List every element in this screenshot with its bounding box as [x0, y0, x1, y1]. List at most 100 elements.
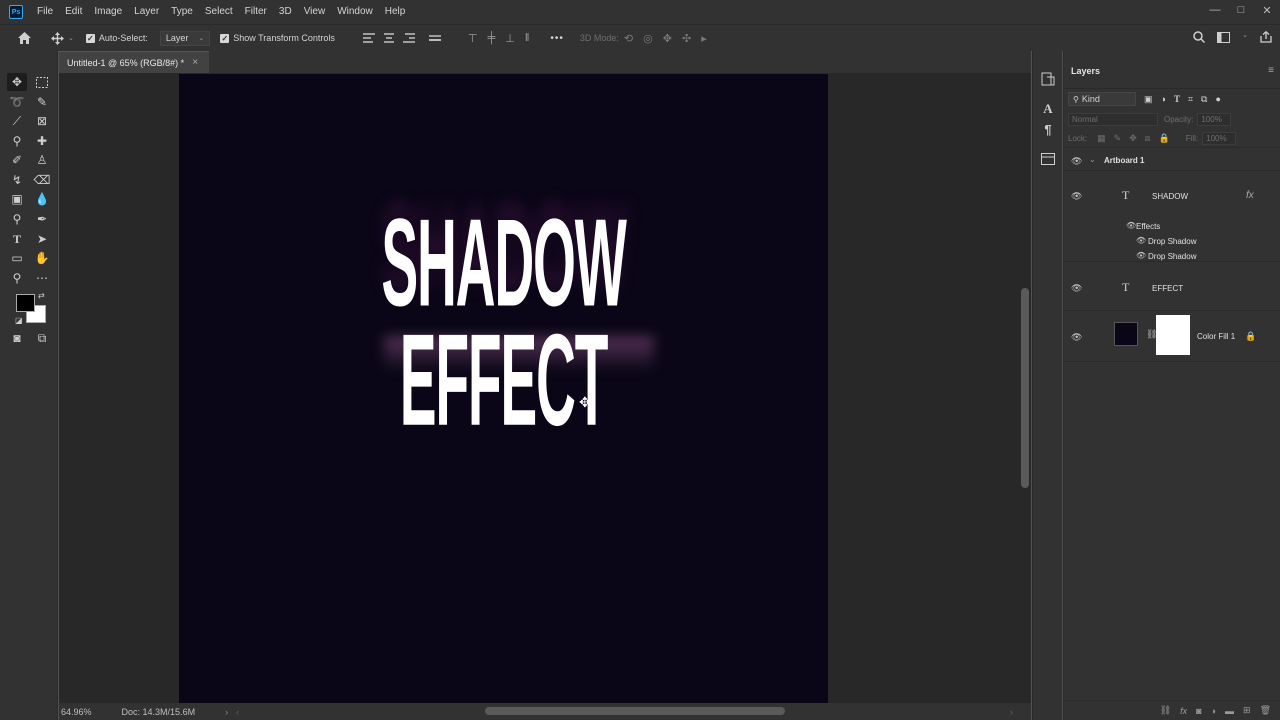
effects-eye-icon[interactable]: 👁	[1126, 221, 1136, 230]
move-tool-icon[interactable]	[46, 31, 68, 45]
canvas[interactable]: SHADOW EFFECT ✥	[179, 74, 828, 704]
new-layer-icon[interactable]: ⊞	[1243, 705, 1251, 716]
menu-image[interactable]: Image	[88, 0, 128, 24]
eye-icon[interactable]: 👁	[1071, 332, 1082, 343]
dodge-tool-icon[interactable]: ⚲	[7, 210, 27, 228]
fx-icon[interactable]: fx	[1246, 190, 1254, 201]
horizontal-scroll-thumb[interactable]	[485, 707, 785, 715]
drop-shadow-2[interactable]: Drop Shadow	[1148, 252, 1196, 261]
layer-filter-dropdown[interactable]: ⚲ Kind	[1068, 92, 1136, 106]
lasso-tool-icon[interactable]: ➰	[7, 93, 27, 111]
eye-icon[interactable]: 👁	[1071, 283, 1082, 294]
distribute-icon[interactable]	[428, 32, 441, 44]
paragraph-panel-icon[interactable]: ¶	[1040, 121, 1056, 137]
brush-tool-icon[interactable]: ✐	[7, 151, 27, 169]
drop-shadow-2-eye-icon[interactable]: 👁	[1136, 251, 1146, 260]
add-mask-icon[interactable]: ◙	[1196, 706, 1201, 716]
share-icon[interactable]	[1260, 31, 1272, 43]
scroll-right-icon[interactable]: ›	[1010, 707, 1013, 717]
filter-type-icon[interactable]: T	[1174, 94, 1180, 104]
align-middle-icon[interactable]: ╪	[487, 32, 495, 45]
default-colors-icon[interactable]: ◪	[15, 316, 23, 325]
vertical-scrollbar[interactable]	[1019, 73, 1031, 703]
lock-transparency-icon[interactable]: ▦	[1097, 133, 1106, 144]
eye-icon[interactable]: 👁	[1071, 156, 1082, 167]
filter-pixel-icon[interactable]: ▣	[1144, 94, 1153, 105]
menu-file[interactable]: File	[31, 0, 59, 24]
home-icon[interactable]	[10, 32, 38, 44]
layer-color-fill[interactable]: 👁 ⛓ Color Fill 1 🔒	[1064, 312, 1280, 362]
move-tool-icon[interactable]: ✥	[7, 73, 27, 91]
artboard-row[interactable]: 👁 ⌄ Artboard 1	[1064, 151, 1280, 171]
zoom-level[interactable]: 64.96%	[61, 707, 92, 717]
lock-all-icon[interactable]: 🔒	[1158, 133, 1169, 144]
menu-window[interactable]: Window	[331, 0, 379, 24]
vertical-scroll-thumb[interactable]	[1021, 288, 1029, 488]
color-fill-thumbnail[interactable]	[1114, 322, 1138, 346]
rectangle-tool-icon[interactable]: ▭	[7, 249, 27, 267]
layers-tab[interactable]: Layers	[1064, 61, 1104, 81]
menu-view[interactable]: View	[298, 0, 332, 24]
canvas-text-effect[interactable]: EFFECT	[309, 307, 698, 456]
quick-select-tool-icon[interactable]: ✎	[32, 93, 52, 111]
layer-mask-thumbnail[interactable]	[1156, 315, 1190, 355]
distribute-vertical-icon[interactable]: ‖	[525, 32, 530, 45]
path-select-tool-icon[interactable]: ➤	[32, 230, 52, 248]
menu-select[interactable]: Select	[199, 0, 239, 24]
blur-tool-icon[interactable]: 💧	[32, 190, 52, 208]
close-tab-icon[interactable]: ×	[192, 57, 198, 68]
filter-shape-icon[interactable]: ⌗	[1188, 94, 1193, 105]
panel-menu-icon[interactable]: ≡	[1268, 65, 1274, 76]
menu-type[interactable]: Type	[165, 0, 199, 24]
pen-path-tool-icon[interactable]: ✒	[32, 210, 52, 228]
stamp-tool-icon[interactable]: ♙	[32, 151, 52, 169]
add-style-icon[interactable]: fx	[1180, 706, 1187, 716]
quick-mask-icon[interactable]: ◙	[7, 329, 27, 347]
swap-colors-icon[interactable]: ⇄	[38, 291, 45, 300]
screen-mode-icon[interactable]: ⧉	[32, 329, 52, 347]
workspace-icon[interactable]	[1217, 31, 1231, 43]
foreground-color-swatch[interactable]	[16, 294, 35, 312]
document-tab[interactable]: Untitled-1 @ 65% (RGB/8#) * ×	[59, 51, 209, 73]
opacity-field[interactable]: 100%	[1197, 112, 1232, 126]
align-bottom-icon[interactable]: ⊥	[505, 32, 515, 45]
crop-tool-icon[interactable]: ⊠	[32, 112, 52, 130]
fill-field[interactable]: 100%	[1202, 132, 1237, 145]
menu-filter[interactable]: Filter	[239, 0, 273, 24]
gradient-tool-icon[interactable]: ▣	[7, 190, 27, 208]
lock-pixels-icon[interactable]: ✎	[1114, 133, 1122, 144]
status-expand-icon[interactable]: ›	[225, 707, 228, 717]
drop-shadow-1-eye-icon[interactable]: 👁	[1136, 236, 1146, 245]
eyedropper-tool-icon[interactable]: ⚲	[7, 132, 27, 150]
align-left-icon[interactable]	[362, 32, 375, 44]
more-options-button[interactable]: •••	[550, 33, 564, 44]
healing-brush-tool-icon[interactable]: ✚	[32, 132, 52, 150]
menu-edit[interactable]: Edit	[59, 0, 88, 24]
auto-select-target-dropdown[interactable]: Layer ⌄	[159, 30, 211, 46]
eraser-tool-icon[interactable]: ⌫	[32, 171, 52, 189]
filter-adjustment-icon[interactable]: ◑	[1161, 94, 1166, 104]
link-layers-icon[interactable]: ⛓	[1160, 705, 1171, 716]
auto-select-checkbox[interactable]: ✓	[85, 33, 95, 43]
minimize-button[interactable]: —	[1202, 0, 1228, 20]
align-top-icon[interactable]: ⊤	[468, 32, 478, 45]
history-brush-tool-icon[interactable]: ↯	[7, 171, 27, 189]
history-panel-icon[interactable]	[1040, 71, 1056, 87]
type-tool-icon[interactable]: T	[7, 230, 27, 248]
scroll-left-icon[interactable]: ‹	[236, 707, 239, 717]
marquee-tool-icon[interactable]	[32, 73, 52, 91]
chevron-down-icon[interactable]: ⌄	[1089, 155, 1096, 164]
new-group-icon[interactable]: ▬	[1225, 706, 1234, 716]
filter-toggle-icon[interactable]: ●	[1215, 94, 1220, 104]
search-icon[interactable]	[1193, 31, 1206, 43]
lock-position-icon[interactable]: ✥	[1129, 133, 1137, 144]
align-right-icon[interactable]	[402, 32, 415, 44]
character-panel-icon[interactable]: A	[1040, 101, 1056, 117]
align-center-icon[interactable]	[383, 32, 395, 44]
zoom-tool-icon[interactable]: ⚲	[7, 269, 27, 287]
drop-shadow-1[interactable]: Drop Shadow	[1148, 237, 1196, 246]
tool-preset-chevron-icon[interactable]: ⌄	[68, 34, 74, 42]
new-adjustment-icon[interactable]: ◑	[1211, 706, 1216, 716]
pen-tool-icon[interactable]: ⟋	[7, 112, 27, 130]
filter-smart-object-icon[interactable]: ⧉	[1201, 94, 1207, 105]
